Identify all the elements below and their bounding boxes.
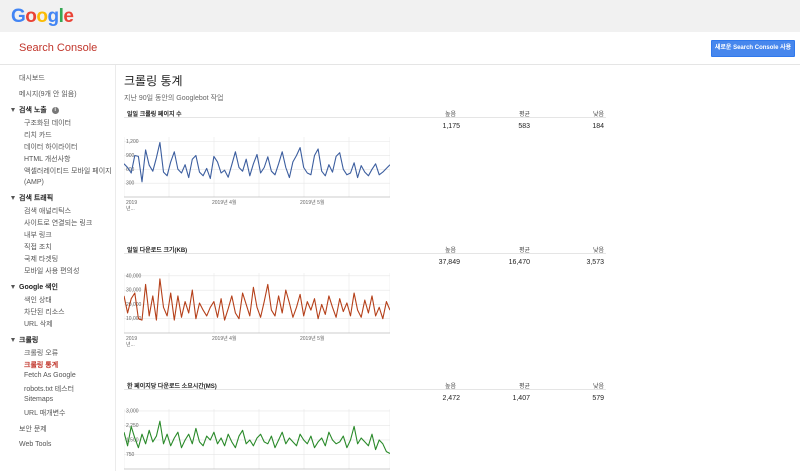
sidebar-item-fetch-as-google[interactable]: Fetch As Google (24, 372, 76, 379)
sidebar-item-web-tools[interactable]: Web Tools (19, 441, 51, 448)
sidebar-item-messages[interactable]: 메시지(9개 안 읽음) (19, 89, 77, 99)
sidebar-item-data-highlighter[interactable]: 데이터 하이라이터 (24, 142, 77, 152)
info-icon[interactable]: i (51, 106, 59, 114)
x-tick-label: 년... (126, 205, 135, 212)
download-size-chart: 40,00030,00020,00010,0002019년...2019년 4월… (124, 273, 390, 348)
x-tick-label: 2019년 5월 (300, 199, 325, 206)
download-time-section: 한 페이지당 다운로드 소요시간(MS) 높음 평균 낮음 2,472 1,40… (124, 380, 606, 471)
section-header: 일일 크롤링 페이지 수 높음 평균 낮음 (124, 108, 606, 118)
x-tick-label: 년... (126, 341, 135, 348)
avg-value: 16,470 (508, 259, 530, 266)
page-title: 크롤링 통계 (124, 74, 183, 88)
crawl-pages-chart: 1,2009006003002019년...2019년 4월 2019년 5월 (124, 137, 390, 212)
sidebar-item-html-improvements[interactable]: HTML 개선사항 (24, 154, 71, 164)
logo-letter: e (63, 6, 74, 27)
y-tick-label: 2,250 (126, 423, 139, 429)
expand-triangle-icon (11, 196, 15, 201)
sidebar-item-url-parameters[interactable]: URL 매개변수 (24, 408, 65, 418)
sidebar-group-search-traffic[interactable]: 검색 트래픽 (11, 193, 53, 203)
sidebar-item-index-status[interactable]: 색인 상태 (24, 295, 52, 305)
logo-letter: o (36, 6, 48, 27)
col-low-header: 낮음 (592, 248, 604, 254)
sidebar-item-international-targeting[interactable]: 국제 타겟팅 (24, 254, 58, 264)
series-line (124, 141, 390, 183)
sidebar: 대시보드 메시지(9개 안 읽음) 검색 노출 i 구조화된 데이터 리치 카드 … (0, 65, 116, 471)
col-high-header: 높음 (444, 112, 456, 118)
product-header: Search Console 새로운 Search Console 사용 (0, 32, 800, 65)
sidebar-item-crawl-errors[interactable]: 크롤링 오류 (24, 348, 58, 358)
col-avg-header: 평균 (518, 384, 530, 390)
sidebar-item-dashboard[interactable]: 대시보드 (19, 73, 45, 83)
high-value: 37,849 (438, 259, 460, 266)
low-value: 579 (592, 395, 604, 402)
new-search-console-button[interactable]: 새로운 Search Console 사용 (711, 40, 795, 57)
page-subtitle: 지난 90일 동안의 Googlebot 작업 (124, 95, 224, 102)
section-title: 한 페이지당 다운로드 소요시간(MS) (127, 384, 217, 390)
section-title: 일일 크롤링 페이지 수 (127, 112, 182, 118)
x-tick-label: 2019년 4월 (212, 335, 237, 342)
sidebar-item-rich-cards[interactable]: 리치 카드 (24, 130, 52, 140)
sidebar-item-search-analytics[interactable]: 검색 애널리틱스 (24, 206, 71, 216)
y-tick-label: 40,000 (126, 273, 142, 279)
x-tick-label: 2019년 4월 (212, 199, 237, 206)
col-high-header: 높음 (444, 384, 456, 390)
y-tick-label: 300 (126, 181, 135, 187)
high-value: 2,472 (442, 395, 460, 402)
sidebar-item-robots-tester[interactable]: robots.txt 테스터 (24, 384, 74, 394)
col-low-header: 낮음 (592, 112, 604, 118)
low-value: 184 (592, 123, 604, 130)
sidebar-item-security-issues[interactable]: 보안 문제 (19, 424, 47, 434)
sidebar-item-manual-actions[interactable]: 직접 조치 (24, 242, 52, 252)
y-tick-label: 750 (126, 452, 135, 458)
expand-triangle-icon (11, 285, 15, 290)
sidebar-group-crawl[interactable]: 크롤링 (11, 335, 38, 345)
expand-triangle-icon (11, 108, 15, 113)
avg-value: 1,407 (512, 395, 530, 402)
sidebar-item-mobile-usability[interactable]: 모바일 사용 편의성 (24, 266, 79, 276)
section-header: 일일 다운로드 크기(KB) 높음 평균 낮음 (124, 244, 606, 254)
sidebar-group-label: 검색 트래픽 (19, 195, 54, 202)
sidebar-group-label: 크롤링 (19, 337, 39, 344)
series-line (124, 278, 390, 321)
google-logo[interactable]: Google (11, 6, 74, 28)
sidebar-group-label: Google 색인 (19, 284, 58, 291)
sidebar-group-search-appearance[interactable]: 검색 노출 i (11, 105, 59, 115)
series-line (124, 420, 390, 454)
top-bar: Google (0, 0, 800, 32)
section-title: 일일 다운로드 크기(KB) (127, 248, 188, 254)
col-avg-header: 평균 (518, 112, 530, 118)
sidebar-item-blocked-resources[interactable]: 차단된 리소스 (24, 307, 65, 317)
section-header: 한 페이지당 다운로드 소요시간(MS) 높음 평균 낮음 (124, 380, 606, 390)
high-value: 1,175 (442, 123, 460, 130)
y-tick-label: 30,000 (126, 288, 142, 294)
download-time-chart: 3,0002,2501,500750 (124, 408, 390, 470)
logo-letter: G (11, 6, 26, 27)
col-high-header: 높음 (444, 248, 456, 254)
sidebar-item-sitemaps[interactable]: Sitemaps (24, 396, 53, 403)
logo-letter: g (47, 6, 60, 27)
sidebar-group-google-index[interactable]: Google 색인 (11, 282, 58, 292)
col-avg-header: 평균 (518, 248, 530, 254)
avg-value: 583 (518, 123, 530, 130)
sidebar-item-remove-urls[interactable]: URL 삭제 (24, 319, 53, 329)
y-tick-label: 1,200 (126, 139, 139, 145)
product-title[interactable]: Search Console (19, 42, 97, 54)
sidebar-item-internal-links[interactable]: 내부 링크 (24, 230, 52, 240)
x-tick-label: 2019년 5월 (300, 335, 325, 342)
y-tick-label: 20,000 (126, 302, 142, 308)
sidebar-group-label: 검색 노출 (19, 107, 47, 114)
sidebar-item-structured-data[interactable]: 구조화된 데이터 (24, 118, 71, 128)
expand-triangle-icon (11, 338, 15, 343)
col-low-header: 낮음 (592, 384, 604, 390)
logo-letter: o (25, 6, 37, 27)
crawl-pages-section: 일일 크롤링 페이지 수 높음 평균 낮음 1,175 583 184 1,20… (124, 108, 606, 218)
sidebar-item-crawl-stats[interactable]: 크롤링 통계 (24, 360, 58, 370)
download-size-section: 일일 다운로드 크기(KB) 높음 평균 낮음 37,849 16,470 3,… (124, 244, 606, 354)
low-value: 3,573 (586, 259, 604, 266)
y-tick-label: 900 (126, 153, 135, 159)
sidebar-item-amp[interactable]: 액셀러레이티드 모바일 페이지(AMP) (24, 166, 112, 188)
y-tick-label: 3,000 (126, 408, 139, 414)
sidebar-item-links-to-site[interactable]: 사이트로 연결되는 링크 (24, 218, 92, 228)
